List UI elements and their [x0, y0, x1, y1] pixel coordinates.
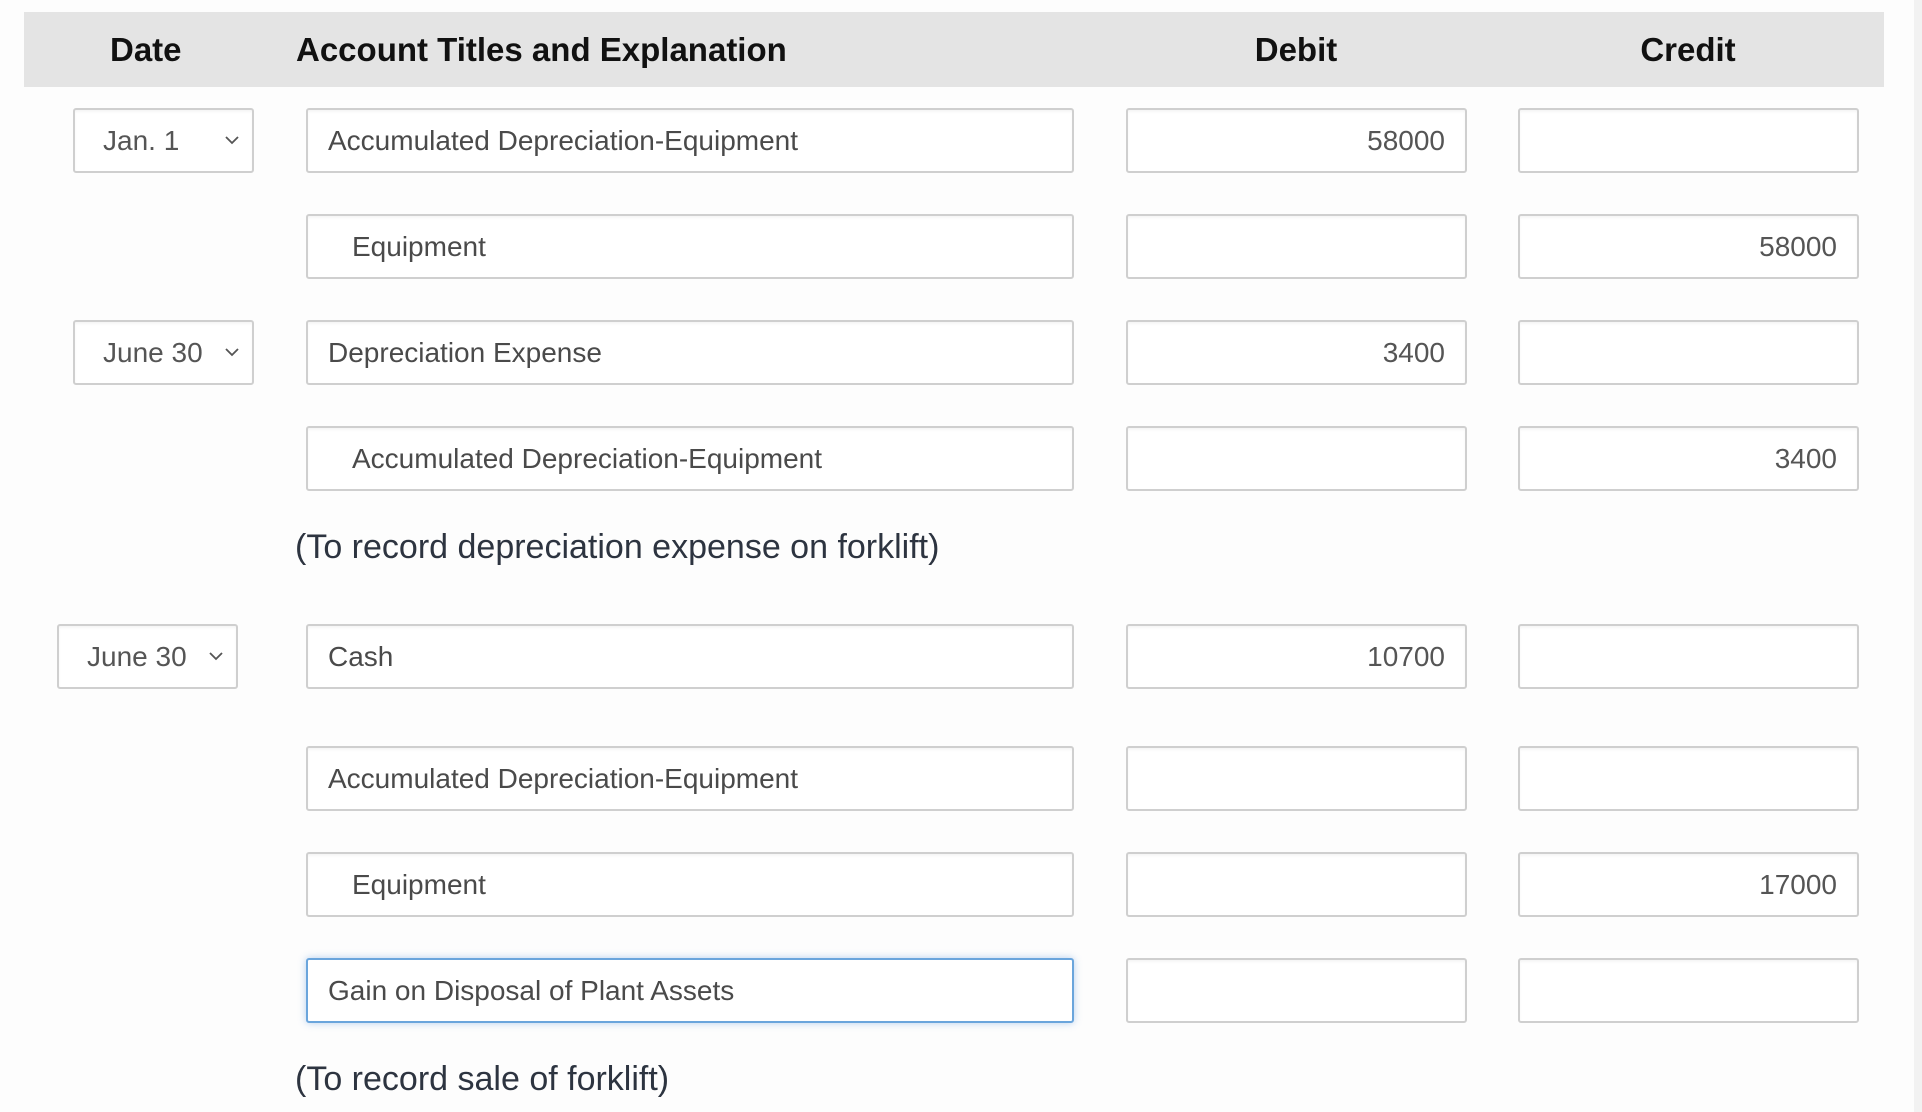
debit-field[interactable]: 10700 [1126, 624, 1467, 689]
date-select[interactable]: June 30 [57, 624, 238, 689]
debit-field[interactable] [1126, 214, 1467, 279]
credit-field[interactable]: 3400 [1518, 426, 1859, 491]
account-title-field[interactable]: Cash [306, 624, 1074, 689]
entry-explanation: (To record sale of forklift) [295, 1060, 670, 1098]
credit-field[interactable] [1518, 320, 1859, 385]
debit-field[interactable] [1126, 746, 1467, 811]
account-title-field[interactable]: Equipment [306, 214, 1074, 279]
account-title-field[interactable]: Depreciation Expense [306, 320, 1074, 385]
credit-field[interactable] [1518, 624, 1859, 689]
debit-field[interactable]: 58000 [1126, 108, 1467, 173]
account-title-field[interactable]: Accumulated Depreciation-Equipment [306, 746, 1074, 811]
account-title-field[interactable]: Equipment [306, 852, 1074, 917]
header-credit: Credit [1640, 31, 1736, 68]
date-select[interactable]: June 30 [73, 320, 254, 385]
credit-field[interactable]: 58000 [1518, 214, 1859, 279]
header-debit: Debit [1254, 31, 1338, 68]
debit-field[interactable]: 3400 [1126, 320, 1467, 385]
debit-field[interactable] [1126, 852, 1467, 917]
entry-explanation: (To record depreciation expense on forkl… [295, 528, 940, 566]
account-title-field[interactable]: Accumulated Depreciation-Equipment [306, 108, 1074, 173]
header-account-titles: Account Titles and Explanation [296, 31, 787, 68]
header-date: Date [110, 31, 182, 68]
debit-field[interactable] [1126, 958, 1467, 1023]
date-value: Jan. 1 [103, 125, 180, 156]
chevron-down-icon [225, 136, 239, 145]
account-title-field[interactable]: Accumulated Depreciation-Equipment [306, 426, 1074, 491]
date-select[interactable]: Jan. 1 [73, 108, 254, 173]
journal-header: Date Account Titles and Explanation Debi… [24, 12, 1884, 87]
credit-field[interactable] [1518, 746, 1859, 811]
vertical-scrollbar[interactable] [1914, 0, 1922, 1112]
credit-field[interactable] [1518, 108, 1859, 173]
chevron-down-icon [209, 652, 223, 661]
debit-field[interactable] [1126, 426, 1467, 491]
date-value: June 30 [103, 337, 203, 368]
date-value: June 30 [87, 641, 187, 672]
credit-field[interactable]: 17000 [1518, 852, 1859, 917]
credit-field[interactable] [1518, 958, 1859, 1023]
chevron-down-icon [225, 348, 239, 357]
account-title-field-focused[interactable]: Gain on Disposal of Plant Assets [306, 958, 1074, 1023]
